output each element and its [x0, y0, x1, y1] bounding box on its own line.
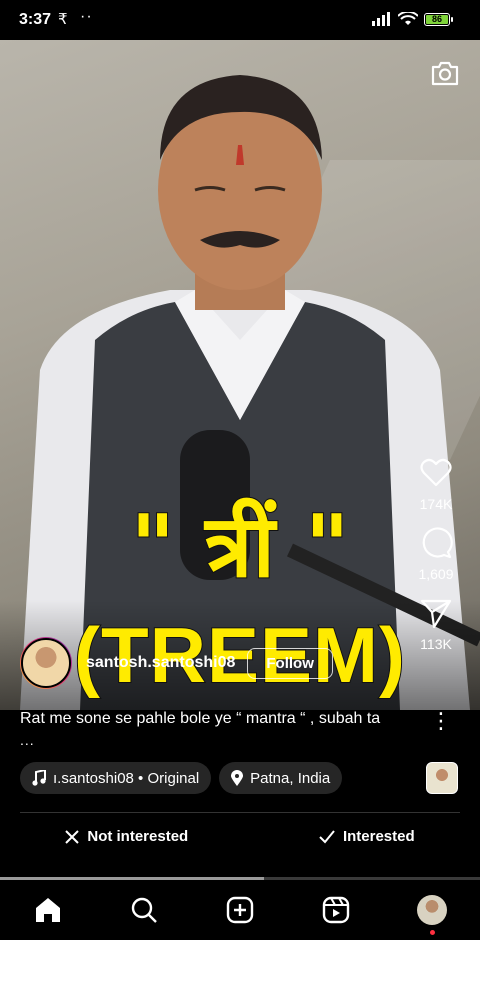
home-icon[interactable] [33, 895, 63, 925]
notification-dot [430, 930, 435, 935]
reel-actions: 174K 1,609 113K [406, 456, 466, 666]
phone-screen: 3:37 ₹ ·· 86 " त्रीं " (TREEM) 174K 1,60… [0, 0, 480, 940]
description-more[interactable]: ... [20, 732, 35, 748]
signal-icon [372, 12, 390, 26]
author-row: santosh.santoshi08 Follow [20, 637, 333, 689]
location-chip[interactable]: Patna, India [219, 762, 343, 794]
share-action[interactable]: 113K [406, 596, 466, 652]
send-icon[interactable] [419, 596, 453, 630]
feedback-row: Not interested Interested [0, 828, 480, 845]
author-avatar[interactable] [20, 637, 72, 689]
battery-icon: 86 [424, 12, 453, 26]
audio-label: ı.santoshi08 • Original [53, 769, 200, 787]
battery-level: 86 [431, 14, 442, 24]
interested-button[interactable]: Interested [319, 828, 415, 845]
music-note-icon [32, 770, 46, 786]
check-icon [319, 829, 335, 843]
comment-action[interactable]: 1,609 [406, 526, 466, 582]
audio-thumbnail[interactable] [426, 762, 458, 794]
location-pin-icon [231, 770, 244, 786]
status-time: 3:37 [19, 11, 52, 28]
currency-icon: ₹ [58, 11, 68, 28]
notification-dots-icon: ·· [80, 8, 93, 25]
author-username[interactable]: santosh.santoshi08 [86, 654, 235, 672]
not-interested-button[interactable]: Not interested [65, 828, 188, 845]
comment-icon[interactable] [419, 526, 453, 560]
follow-button[interactable]: Follow [247, 647, 333, 679]
wifi-icon [398, 12, 418, 25]
more-options-icon[interactable]: ⋮ [430, 710, 452, 732]
reels-icon[interactable] [321, 895, 351, 925]
profile-avatar[interactable] [417, 895, 447, 935]
reel-info-panel: Rat me sone se pahle bole ye “ mantra “ … [0, 710, 480, 880]
close-icon [65, 829, 80, 844]
reel-description[interactable]: Rat me sone se pahle bole ye “ mantra “ … [20, 710, 420, 728]
comments-count: 1,609 [418, 566, 454, 582]
reel-chips: ı.santoshi08 • Original Patna, India [20, 762, 343, 794]
divider [20, 812, 460, 813]
search-icon[interactable] [129, 895, 159, 925]
bottom-navigation [0, 880, 480, 940]
likes-count: 174K [419, 496, 453, 512]
like-action[interactable]: 174K [406, 456, 466, 512]
camera-icon[interactable] [430, 58, 460, 88]
heart-icon[interactable] [419, 456, 453, 490]
not-interested-label: Not interested [87, 828, 189, 845]
status-right-icons: 86 [372, 12, 453, 26]
status-bar: 3:37 ₹ ·· 86 [0, 0, 480, 40]
audio-chip[interactable]: ı.santoshi08 • Original [20, 762, 212, 794]
interested-label: Interested [342, 828, 415, 845]
create-icon[interactable] [225, 895, 255, 925]
location-label: Patna, India [250, 769, 331, 787]
shares-count: 113K [420, 636, 452, 652]
